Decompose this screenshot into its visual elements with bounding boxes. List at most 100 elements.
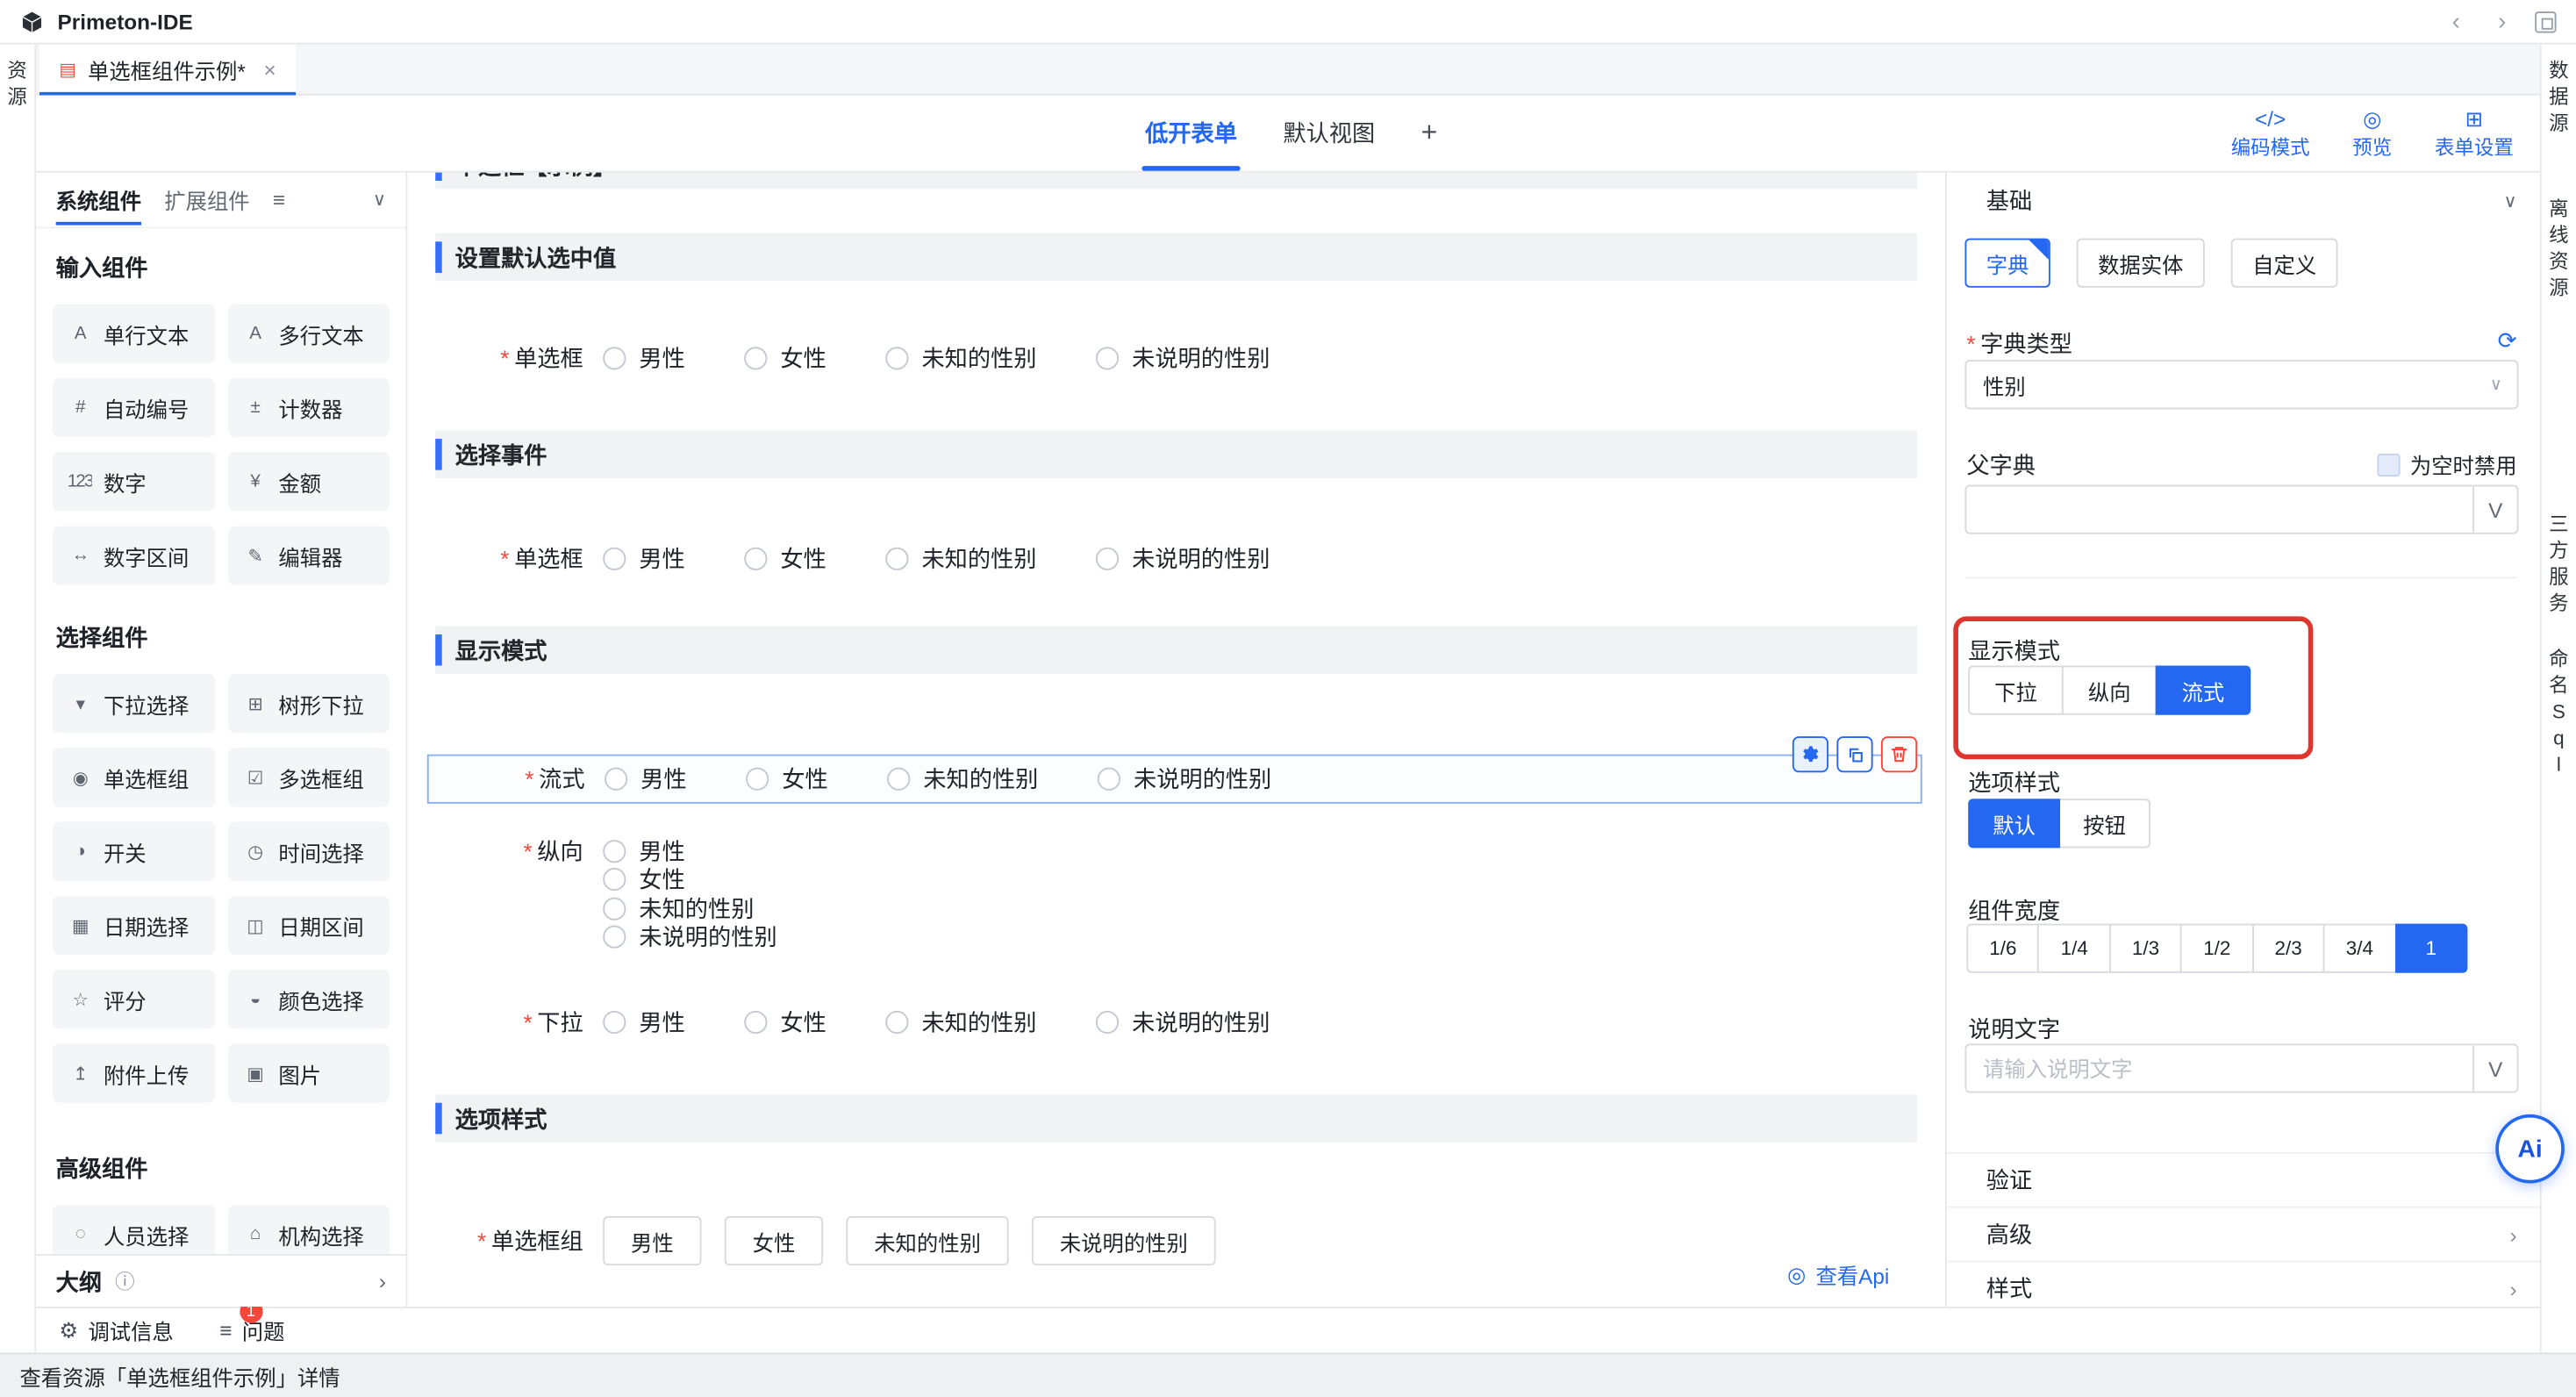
basic-section-header[interactable]: 基础 ∨ [1947, 173, 2540, 229]
refresh-icon[interactable]: ⟳ [2498, 327, 2517, 355]
palette-item[interactable]: 123数字 [53, 452, 214, 511]
seg-option[interactable]: 1/4 [2038, 924, 2111, 973]
seg-option[interactable]: 3/4 [2323, 924, 2396, 973]
right-rail-item[interactable]: 数据源 [2542, 58, 2576, 137]
radio-option[interactable]: 女性 [603, 865, 685, 894]
add-view-button[interactable]: + [1421, 117, 1438, 149]
form-field-radio[interactable]: *单选框 男性女性未知的性别未说明的性别 [435, 333, 1917, 383]
palette-item[interactable]: ±计数器 [227, 378, 389, 437]
palette-item[interactable]: ▦日期选择 [53, 896, 214, 955]
option-button[interactable]: 未知的性别 [846, 1216, 1008, 1265]
right-rail-item[interactable]: 离线资源 [2542, 196, 2576, 301]
view-tab-default[interactable]: 默认视图 [1283, 96, 1375, 171]
source-tab[interactable]: 字典 [1964, 239, 2050, 288]
radio-option[interactable]: 未知的性别 [885, 1006, 1036, 1038]
preview-button[interactable]: ◎ 预览 [2352, 106, 2392, 161]
seg-option[interactable]: 1 [2394, 924, 2467, 973]
dict-type-select[interactable]: 性别 ∨ [1964, 360, 2518, 409]
seg-option[interactable]: 按钮 [2058, 799, 2150, 848]
seg-option[interactable]: 2/3 [2252, 924, 2325, 973]
palette-item[interactable]: ¥金额 [227, 452, 389, 511]
palette-collapse-icon[interactable]: ∨ [373, 189, 386, 210]
palette-item[interactable]: ◑开关 [53, 821, 214, 880]
right-rail-item[interactable]: 三方服务 [2542, 511, 2576, 616]
nav-forward-button[interactable]: › [2489, 8, 2515, 34]
view-tab-form[interactable]: 低开表单 [1145, 96, 1237, 171]
palette-item[interactable]: ◉单选框组 [53, 748, 214, 806]
radio-option[interactable]: 未知的性别 [887, 763, 1038, 795]
form-field-radio-vertical[interactable]: *纵向 男性女性未知的性别未说明的性别 [435, 836, 1917, 951]
view-api-link[interactable]: ◎ 查看Api [1787, 1259, 1889, 1291]
palette-item[interactable]: ⊞树形下拉 [227, 674, 389, 733]
description-input[interactable] [1966, 1045, 2472, 1091]
layout-toggle-button[interactable] [2535, 11, 2556, 32]
form-settings-button[interactable]: ⊞ 表单设置 [2435, 106, 2514, 161]
palette-item[interactable]: #自动编号 [53, 378, 214, 437]
option-button[interactable]: 女性 [725, 1216, 823, 1265]
form-field-radio[interactable]: *下拉 男性女性未知的性别未说明的性别 [435, 998, 1917, 1047]
radio-option[interactable]: 未说明的性别 [1098, 763, 1271, 795]
radio-option[interactable]: 未知的性别 [603, 894, 754, 923]
seg-option[interactable]: 下拉 [1968, 666, 2064, 715]
radio-option[interactable]: 未说明的性别 [1096, 1006, 1270, 1038]
palette-item[interactable]: A多行文本 [227, 304, 389, 362]
radio-option[interactable]: 未说明的性别 [603, 923, 776, 952]
nav-back-button[interactable]: ‹ [2443, 8, 2469, 34]
radio-option[interactable]: 男性 [605, 763, 687, 795]
radio-option[interactable]: 男性 [603, 836, 685, 865]
palette-item[interactable]: ◫日期区间 [227, 896, 389, 955]
parent-dict-input[interactable] [1966, 486, 2472, 532]
palette-tab-extension[interactable]: 扩展组件 [164, 173, 249, 229]
palette-item[interactable]: ◒颜色选择 [227, 970, 389, 1028]
radio-option[interactable]: 男性 [603, 1006, 685, 1038]
palette-item[interactable]: ↔数字区间 [53, 526, 214, 584]
tab-close-icon[interactable]: × [263, 58, 275, 82]
radio-option[interactable]: 男性 [603, 342, 685, 375]
option-button[interactable]: 未说明的性别 [1032, 1216, 1216, 1265]
left-rail-item[interactable]: 资源 [0, 58, 34, 111]
code-mode-button[interactable]: </> 编码模式 [2231, 106, 2310, 161]
variable-toggle-button[interactable]: V [2472, 486, 2517, 532]
palette-item[interactable]: ↥附件上传 [53, 1043, 214, 1102]
palette-item[interactable]: ☆评分 [53, 970, 214, 1028]
debug-info-button[interactable]: ⚙ 调试信息 [59, 1315, 173, 1346]
hamburger-icon[interactable]: ≡ [273, 188, 285, 212]
palette-item[interactable]: ◷时间选择 [227, 821, 389, 880]
radio-option[interactable]: 未说明的性别 [1096, 342, 1270, 375]
component-delete-button[interactable] [1881, 736, 1917, 772]
right-rail-item[interactable]: 命名Sql [2542, 646, 2576, 777]
source-tab[interactable]: 自定义 [2231, 239, 2338, 288]
document-tab[interactable]: ▤ 单选框组件示例* × [39, 45, 296, 96]
form-field-button-group[interactable]: *单选框组 男性女性未知的性别未说明的性别 [435, 1216, 1917, 1265]
palette-tab-system[interactable]: 系统组件 [56, 173, 141, 229]
form-field-selected[interactable]: *流式 男性女性未知的性别未说明的性别 [427, 755, 1922, 804]
ai-assistant-button[interactable]: Ai [2495, 1114, 2565, 1184]
component-settings-button[interactable] [1792, 736, 1828, 772]
variable-toggle-button[interactable]: V [2472, 1045, 2517, 1091]
component-copy-button[interactable] [1836, 736, 1872, 772]
radio-option[interactable]: 未说明的性别 [1096, 542, 1270, 575]
radio-option[interactable]: 女性 [746, 763, 828, 795]
seg-option[interactable]: 1/2 [2180, 924, 2253, 973]
seg-option[interactable]: 纵向 [2062, 666, 2157, 715]
palette-item[interactable]: ✎编辑器 [227, 526, 389, 584]
seg-option[interactable]: 1/3 [2109, 924, 2182, 973]
source-tab[interactable]: 数据实体 [2077, 239, 2205, 288]
canvas-scroll[interactable]: 单选框【示例】 设置默认选中值 *单选框 男性女性未知的性别未说明的性别 选择事… [407, 173, 1945, 1307]
palette-item[interactable]: ☑多选框组 [227, 748, 389, 806]
form-canvas[interactable]: 单选框【示例】 设置默认选中值 *单选框 男性女性未知的性别未说明的性别 选择事… [407, 173, 1945, 1307]
checkbox-icon[interactable] [2377, 453, 2400, 476]
radio-option[interactable]: 女性 [744, 342, 826, 375]
radio-option[interactable]: 男性 [603, 542, 685, 575]
disable-when-empty-checkbox[interactable]: 为空时禁用 [2377, 448, 2516, 480]
section-validation[interactable]: 验证 [1947, 1152, 2540, 1207]
radio-option[interactable]: 女性 [744, 542, 826, 575]
radio-option[interactable]: 未知的性别 [885, 542, 1036, 575]
form-field-radio[interactable]: *单选框 男性女性未知的性别未说明的性别 [435, 534, 1917, 584]
palette-item[interactable]: ▣图片 [227, 1043, 389, 1102]
palette-item[interactable]: ▾下拉选择 [53, 674, 214, 733]
seg-option[interactable]: 默认 [1968, 799, 2060, 848]
palette-item[interactable]: A单行文本 [53, 304, 214, 362]
radio-option[interactable]: 未知的性别 [885, 342, 1036, 375]
section-advanced[interactable]: 高级 › [1947, 1207, 2540, 1261]
